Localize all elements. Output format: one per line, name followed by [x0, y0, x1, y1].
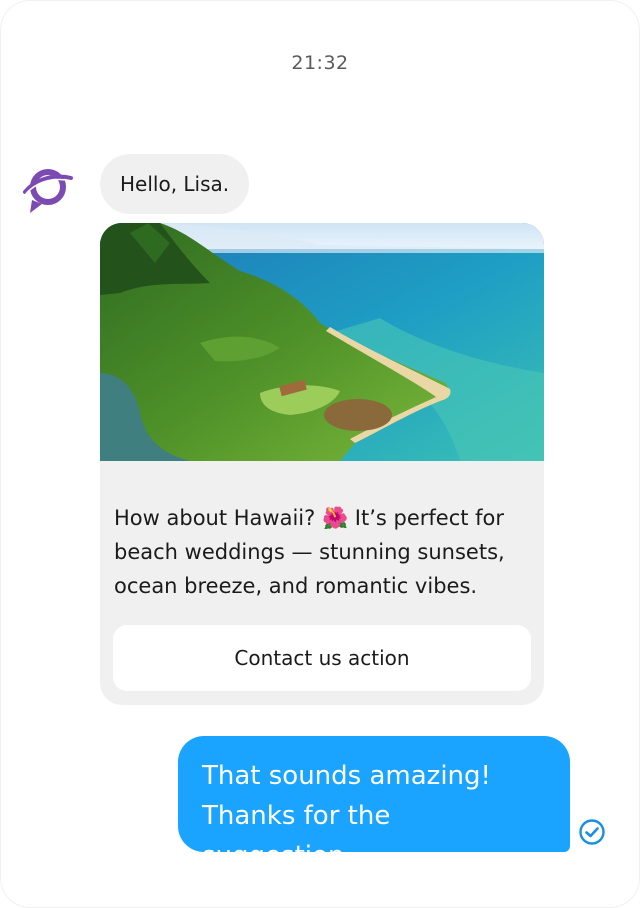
chat-window: 21:32 Hello, Lisa. How about Hawaii? 🌺 I…	[0, 0, 640, 908]
card-message-text: How about Hawaii? 🌺 It’s perfect for bea…	[114, 506, 505, 598]
contact-us-action-button[interactable]: Contact us action	[113, 625, 531, 691]
hawaii-coast-image	[100, 223, 544, 461]
timestamp: 21:32	[291, 52, 349, 74]
message-text: That sounds amazing! Thanks for the sugg…	[202, 761, 491, 871]
check-circle-icon	[579, 819, 605, 845]
message-text: Hello, Lisa.	[120, 172, 230, 196]
bot-rich-card: How about Hawaii? 🌺 It’s perfect for bea…	[100, 223, 544, 705]
user-message-reply: That sounds amazing! Thanks for the sugg…	[178, 736, 570, 871]
brand-chat-logo-icon	[23, 169, 73, 213]
bot-message-greeting: Hello, Lisa.	[100, 154, 250, 214]
